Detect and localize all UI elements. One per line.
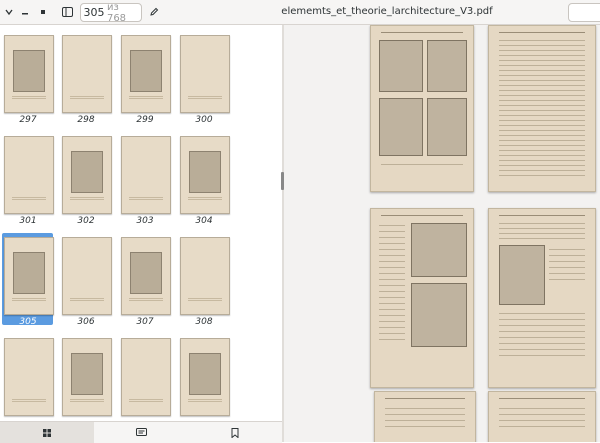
page-thumbnail-label: 300 bbox=[195, 115, 213, 125]
document-page bbox=[374, 391, 476, 442]
thumbnails-grid-icon[interactable] bbox=[0, 422, 94, 443]
page-thumbnail-label: 305 bbox=[19, 317, 37, 327]
page-thumbnail[interactable] bbox=[121, 338, 171, 416]
chevron-down-icon[interactable] bbox=[2, 0, 16, 24]
header-bar: 305 из 768 elememts_et_theorie_larchitec… bbox=[0, 0, 600, 25]
page-number-field[interactable]: 305 из 768 bbox=[80, 1, 142, 24]
page-thumbnail[interactable] bbox=[121, 136, 171, 214]
page-thumbnail[interactable] bbox=[4, 237, 54, 315]
page-thumbnail-label: 299 bbox=[136, 115, 154, 125]
page-thumbnail[interactable] bbox=[180, 237, 230, 315]
page-thumbnail[interactable] bbox=[180, 136, 230, 214]
document-view[interactable] bbox=[284, 25, 600, 442]
document-page bbox=[488, 25, 596, 192]
pencil-icon[interactable] bbox=[146, 0, 162, 24]
sidebar-toggle-icon[interactable] bbox=[58, 0, 76, 24]
page-thumbnail[interactable] bbox=[180, 338, 230, 416]
page-count-label: из 768 bbox=[106, 1, 127, 24]
page-number-input[interactable]: 305 bbox=[81, 6, 107, 19]
document-page bbox=[370, 208, 474, 388]
sidebar-bottom-bar bbox=[0, 421, 282, 443]
page-thumbnail[interactable] bbox=[4, 35, 54, 113]
page-thumbnail-label: 298 bbox=[77, 115, 95, 125]
document-title: elememts_et_theorie_larchitecture_V3.pdf bbox=[281, 6, 493, 17]
annotations-icon[interactable] bbox=[94, 422, 188, 443]
page-thumbnail[interactable] bbox=[62, 237, 112, 315]
document-page bbox=[488, 208, 596, 388]
page-thumbnail-label: 307 bbox=[136, 317, 154, 327]
page-thumbnail-label: 308 bbox=[195, 317, 213, 327]
page-thumbnail[interactable] bbox=[62, 136, 112, 214]
page-thumbnail-label: 301 bbox=[19, 216, 37, 226]
bookmarks-icon[interactable] bbox=[188, 422, 282, 443]
minimize-icon[interactable] bbox=[18, 0, 32, 24]
page-thumbnail-label: 306 bbox=[77, 317, 95, 327]
page-thumbnail[interactable] bbox=[121, 237, 171, 315]
page-thumbnail[interactable] bbox=[62, 338, 112, 416]
thumbnail-sidebar[interactable]: 297 298 299 300 301 302 303 304 305 306 307 308 bbox=[0, 25, 282, 421]
page-thumbnail[interactable] bbox=[180, 35, 230, 113]
page-thumbnail[interactable] bbox=[62, 35, 112, 113]
document-page bbox=[370, 25, 474, 192]
document-page bbox=[488, 391, 596, 442]
page-thumbnail[interactable] bbox=[4, 136, 54, 214]
page-thumbnail-label: 304 bbox=[195, 216, 213, 226]
page-thumbnail-label: 297 bbox=[19, 115, 37, 125]
page-thumbnail-label: 302 bbox=[77, 216, 95, 226]
page-thumbnail[interactable] bbox=[121, 35, 171, 113]
page-thumbnail[interactable] bbox=[4, 338, 54, 416]
maximize-icon[interactable] bbox=[36, 0, 50, 24]
page-thumbnail-label: 303 bbox=[136, 216, 154, 226]
search-field[interactable] bbox=[568, 3, 600, 22]
